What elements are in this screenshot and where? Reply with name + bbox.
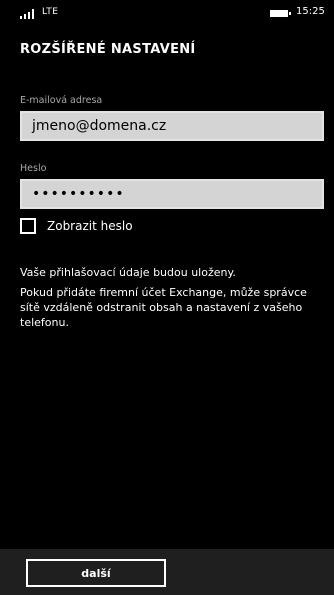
next-button[interactable]: další <box>26 559 166 587</box>
email-field[interactable]: jmeno@domena.cz <box>20 111 324 141</box>
password-label: Heslo <box>20 163 47 174</box>
clock: 15:25 <box>296 6 325 17</box>
show-password-checkbox[interactable] <box>20 218 36 234</box>
exchange-wipe-notice: Pokud přidáte firemní účet Exchange, můž… <box>20 286 307 329</box>
app-bar: další <box>0 549 334 595</box>
page-title: ROZŠÍŘENÉ NASTAVENÍ <box>20 42 196 57</box>
status-bar: LTE 15:25 <box>0 0 334 26</box>
show-password-option[interactable]: Zobrazit heslo <box>20 218 133 234</box>
battery-icon <box>270 10 291 17</box>
network-type: LTE <box>42 7 59 17</box>
email-label: E-mailová adresa <box>20 95 103 106</box>
show-password-label[interactable]: Zobrazit heslo <box>47 219 133 233</box>
password-field[interactable]: •••••••••• <box>20 179 324 209</box>
signal-bars-icon <box>20 9 40 19</box>
credentials-saved-notice: Vaše přihlašovací údaje budou uloženy. <box>20 266 236 279</box>
